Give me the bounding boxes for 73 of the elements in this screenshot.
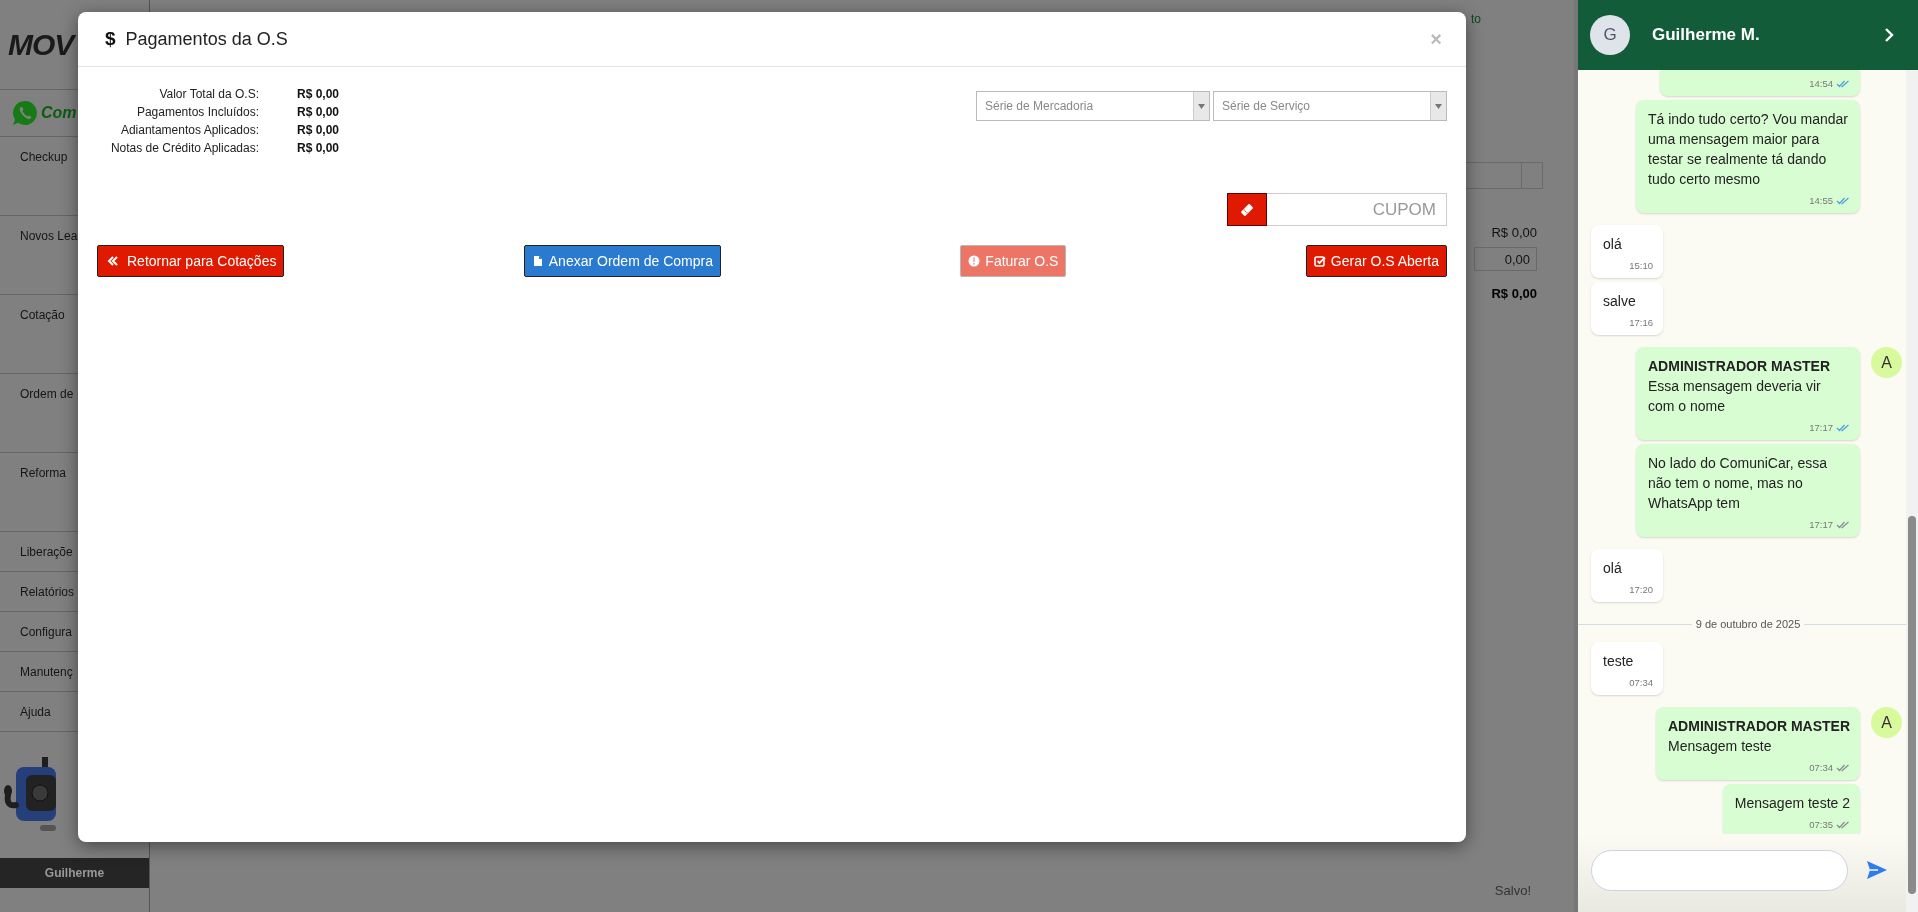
summary-label: Notas de Crédito Aplicadas: <box>109 140 259 157</box>
action-button[interactable]: Gerar O.S Aberta <box>1305 245 1447 277</box>
ticket-icon <box>1240 202 1254 217</box>
message-input[interactable] <box>1591 849 1848 891</box>
send-icon[interactable] <box>1866 860 1888 880</box>
contact-name: Guilherme M. <box>1652 25 1761 45</box>
chevron-right-icon[interactable] <box>1884 28 1894 42</box>
sidebar-item[interactable]: Relatórios <box>20 584 75 599</box>
total-value: R$ 0,00 <box>1491 286 1537 301</box>
action-button[interactable]: Retornar para Cotações <box>97 245 285 277</box>
dropdown-arrow-icon <box>1435 103 1442 109</box>
message-time: 15:10 <box>1629 259 1653 273</box>
discount-field[interactable]: 0,00 <box>1474 247 1537 271</box>
dollar-icon: $ <box>105 28 116 50</box>
comunicar-logo-text: Com <box>41 104 77 122</box>
sidebar-item[interactable]: Manutenç <box>20 664 73 679</box>
message-time: 07:35 <box>1809 818 1833 832</box>
message-time: 17:17 <box>1809 518 1833 532</box>
sidebar-item[interactable]: Liberaçõe <box>20 544 73 559</box>
message-text: No lado do ComuniCar, essa não tem o nome, mas no WhatsApp tem <box>1648 455 1827 511</box>
message-author: ADMINISTRADOR MASTER <box>1648 357 1831 376</box>
message-author: ADMINISTRADOR MASTER <box>1668 717 1850 736</box>
sidebar-item[interactable]: Ordem de <box>20 387 74 401</box>
sidebar-item[interactable]: Reforma <box>20 466 66 480</box>
user-name-bar[interactable]: Guilherme <box>0 858 149 888</box>
sidebar-item[interactable]: Configura <box>20 624 73 639</box>
status-text: Salvo! <box>1494 883 1531 898</box>
summary-value: R$ 0,00 <box>297 104 340 121</box>
series-dropdown[interactable]: Série de Mercadoria <box>976 91 1210 121</box>
summary-label: Pagamentos Incluídos: <box>135 104 259 121</box>
message-text: Mensagem teste <box>1668 738 1772 754</box>
message-text: Mensagem teste 2 <box>1734 795 1850 811</box>
message-time: 17:17 <box>1809 421 1833 435</box>
sidebar-item[interactable]: Cotação <box>20 308 65 322</box>
contact-avatar: G <box>1590 15 1630 55</box>
sidebar-item[interactable]: Ajuda <box>20 704 51 719</box>
coupon-button[interactable] <box>1227 193 1267 226</box>
message-time: 14:54 <box>1809 77 1833 91</box>
subtotal-value: R$ 0,00 <box>1491 225 1537 240</box>
sender-avatar: A <box>1871 347 1902 378</box>
link-text[interactable]: to <box>1471 12 1481 26</box>
sidebar-item[interactable]: Novos Lea <box>20 229 78 243</box>
summary-label: Valor Total da O.S: <box>158 86 259 103</box>
message-text: salve <box>1603 293 1636 309</box>
sender-avatar: A <box>1871 707 1902 738</box>
document-icon <box>531 255 544 267</box>
message-text: teste <box>1603 653 1634 669</box>
whatsapp-icon <box>12 100 38 126</box>
message-text: Tá indo tudo certo? Vou mandar uma mensagem maior para testar se realmente tá dando tudo certo mesmo <box>1648 111 1849 187</box>
checkbox-icon <box>1313 255 1326 267</box>
message-time: 17:16 <box>1629 316 1653 330</box>
summary-label: Adiantamentos Aplicados: <box>119 122 259 139</box>
action-button[interactable]: Anexar Ordem de Compra <box>523 245 721 277</box>
dropdown-arrow-icon <box>1198 103 1205 109</box>
message-text: olá <box>1603 560 1622 576</box>
exclamation-circle-icon <box>968 255 981 267</box>
message-time: 07:34 <box>1629 676 1653 690</box>
logo: MOV <box>8 27 74 62</box>
summary-value: R$ 0,00 <box>297 140 340 157</box>
summary-value: R$ 0,00 <box>297 122 340 139</box>
message-time: 07:34 <box>1809 761 1833 775</box>
scrollbar[interactable] <box>1906 70 1918 912</box>
date-separator: 9 de outubro de 2025 <box>1694 618 1802 630</box>
summary-value: R$ 0,00 <box>297 86 340 103</box>
message-text: olá <box>1603 236 1622 252</box>
message-text: Essa mensagem deveria vir com o nome <box>1648 378 1821 414</box>
sidebar-item[interactable]: Checkup <box>20 150 68 164</box>
coupon-field[interactable]: CUPOM <box>1267 193 1447 226</box>
message-time: 17:20 <box>1629 583 1653 597</box>
series-dropdown[interactable]: Série de Serviço <box>1213 91 1447 121</box>
message-time: 14:55 <box>1809 194 1833 208</box>
double-chevron-left-icon <box>107 255 119 267</box>
dialog-title: Pagamentos da O.S <box>125 28 289 50</box>
